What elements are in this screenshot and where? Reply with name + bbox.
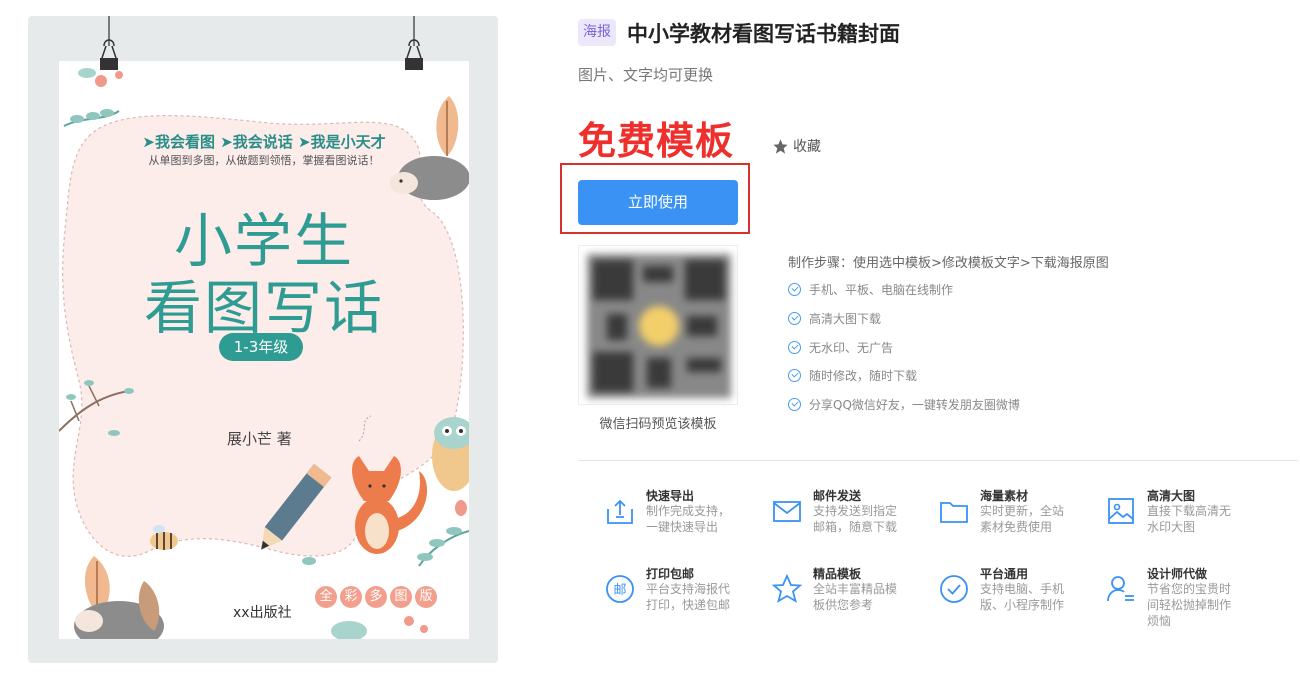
benefit-platform-universal: 平台通用 支持电脑、手机版、小程序制作 (912, 565, 1072, 635)
benefit-title: 邮件发送 (813, 489, 862, 503)
benefit-hd-image: 高清大图 直接下载高清无水印大图 (1079, 487, 1239, 557)
poster-publisher: xx出版社 (233, 605, 292, 621)
feature-item: 无水印、无广告 (788, 339, 893, 356)
poster-author: 展小芒 著 (227, 430, 292, 448)
colorful-char: 彩 (340, 586, 362, 608)
page-title: 中小学教材看图写话书籍封面 (627, 22, 900, 46)
feature-label: 无水印、无广告 (809, 341, 894, 355)
svg-text:邮: 邮 (613, 583, 626, 598)
colorful-char: 全 (315, 586, 337, 608)
type-badge: 海报 (578, 19, 616, 46)
qr-code (578, 245, 738, 405)
benefit-title: 高清大图 (1147, 489, 1196, 503)
binder-clip-icon (405, 16, 423, 70)
benefit-desc: 全站丰富精品模板供您参考 (813, 582, 898, 612)
check-circle-icon (788, 369, 801, 382)
image-icon (1108, 498, 1134, 524)
check-icon (940, 575, 968, 603)
poster-grade-badge: 1-3年级 (219, 333, 303, 361)
star-icon (773, 138, 788, 154)
steps-title: 制作步骤：使用选中模板>修改模板文字>下载海报原图 (788, 256, 1109, 271)
qr-caption: 微信扫码预览该模板 (599, 417, 717, 432)
poster-tagline: ➤我会看图 ➤我会说话 ➤我是小天才 (142, 133, 386, 151)
page-subtitle: 图片、文字均可更换 (578, 66, 714, 84)
colorful-char: 版 (415, 586, 437, 608)
benefit-desc: 直接下载高清无水印大图 (1147, 504, 1232, 534)
post-icon: 邮 (606, 575, 634, 603)
check-circle-icon (788, 283, 801, 296)
benefit-print-post: 邮 打印包邮 平台支持海报代打印，快递包邮 (578, 565, 738, 635)
benefit-title: 设计师代做 (1147, 567, 1208, 581)
benefit-title: 快速导出 (646, 489, 695, 503)
benefit-title: 海量素材 (980, 489, 1029, 503)
benefit-designer-service: 设计师代做 节省您的宝贵时间轻松抛掉制作烦恼 (1079, 565, 1239, 635)
folder-icon (940, 502, 968, 523)
benefit-premium-templates: 精品模板 全站丰富精品模板供您参考 (745, 565, 905, 635)
feature-label: 分享QQ微信好友，一键转发朋友圈微博 (809, 398, 1020, 412)
benefit-email-send: 邮件发送 支持发送到指定邮箱，随意下载 (745, 487, 905, 557)
check-circle-icon (788, 312, 801, 325)
benefit-desc: 平台支持海报代打印，快递包邮 (646, 582, 731, 612)
star-icon (771, 573, 803, 603)
section-divider (578, 460, 1298, 461)
export-icon (607, 499, 633, 524)
benefit-desc: 支持发送到指定邮箱，随意下载 (813, 504, 898, 534)
feature-item: 高清大图下载 (788, 310, 881, 327)
poster-colorful-badge: 全 彩 多 图 版 (315, 586, 437, 608)
poster-preview: ➤我会看图 ➤我会说话 ➤我是小天才 从单图到多图，从做题到领悟，掌握看图说话！… (59, 61, 469, 639)
colorful-char: 图 (390, 586, 412, 608)
benefit-desc: 节省您的宝贵时间轻松抛掉制作烦恼 (1147, 582, 1232, 628)
binder-clip-icon (100, 16, 118, 70)
favorite-button[interactable]: 收藏 (772, 136, 821, 156)
qr-code-image (587, 254, 731, 398)
check-circle-icon (788, 341, 801, 354)
poster-sub-tagline: 从单图到多图，从做题到领悟，掌握看图说话！ (148, 154, 380, 167)
feature-label: 高清大图下载 (809, 312, 882, 326)
designer-icon (1107, 576, 1134, 602)
benefit-massive-assets: 海量素材 实时更新，全站素材免费使用 (912, 487, 1072, 557)
mail-icon (773, 501, 801, 522)
colorful-char: 多 (365, 586, 387, 608)
benefit-title: 平台通用 (980, 567, 1029, 581)
feature-label: 随时修改，随时下载 (809, 369, 918, 383)
benefit-desc: 制作完成支持，一键快速导出 (646, 504, 731, 534)
benefit-title: 打印包邮 (646, 567, 695, 581)
benefit-title: 精品模板 (813, 567, 862, 581)
use-now-button[interactable]: 立即使用 (578, 180, 738, 225)
favorite-label: 收藏 (793, 139, 821, 155)
feature-item: 手机、平板、电脑在线制作 (788, 281, 953, 298)
price-label: 免费模板 (578, 119, 735, 163)
feature-label: 手机、平板、电脑在线制作 (809, 283, 954, 297)
benefit-desc: 支持电脑、手机版、小程序制作 (980, 582, 1065, 612)
check-circle-icon (788, 398, 801, 411)
benefit-desc: 实时更新，全站素材免费使用 (980, 504, 1065, 534)
feature-item: 分享QQ微信好友，一键转发朋友圈微博 (788, 396, 1020, 413)
benefit-quick-export: 快速导出 制作完成支持，一键快速导出 (578, 487, 738, 557)
feature-item: 随时修改，随时下载 (788, 367, 917, 384)
